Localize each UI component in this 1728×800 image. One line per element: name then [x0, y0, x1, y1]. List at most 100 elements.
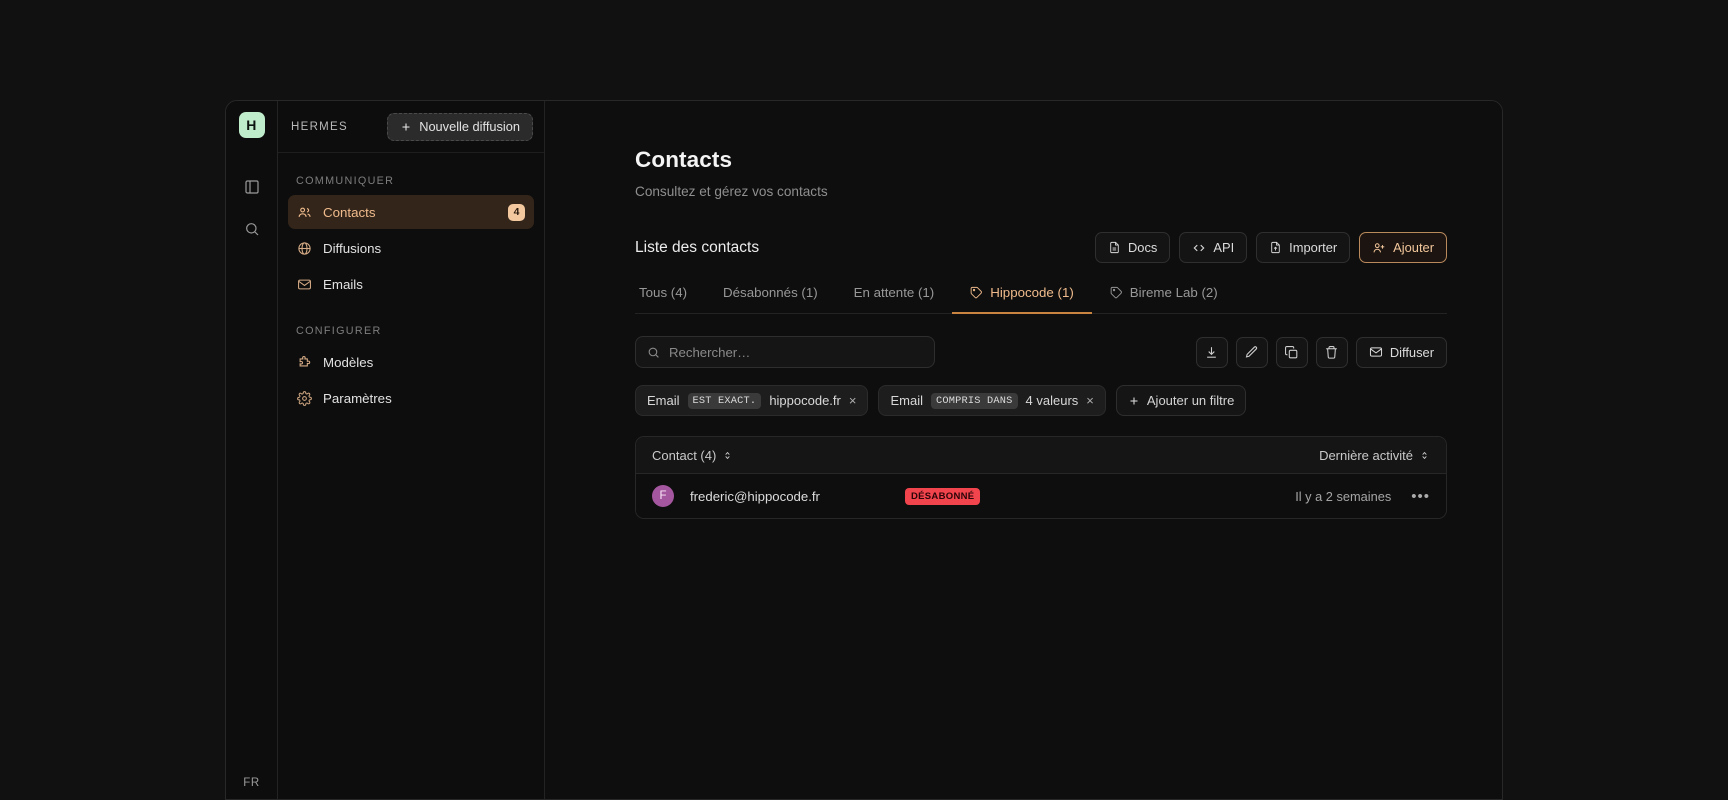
page-subtitle: Consultez et gérez vos contacts — [635, 184, 828, 199]
filter-value: 4 valeurs — [1025, 393, 1079, 408]
table-row[interactable]: F frederic@hippocode.fr DÉSABONNÉ Il y a… — [636, 474, 1446, 518]
last-activity: Il y a 2 semaines — [1295, 488, 1392, 504]
status-badge: DÉSABONNÉ — [905, 487, 981, 505]
sort-icon — [722, 450, 733, 461]
tag-icon — [1110, 286, 1123, 299]
edit-button[interactable] — [1235, 336, 1268, 368]
tab-label: En attente (1) — [853, 285, 935, 300]
tag-icon — [970, 286, 983, 299]
new-broadcast-label: Nouvelle diffusion — [419, 119, 520, 134]
main-content: Contacts Consultez et gérez vos contacts… — [545, 101, 1502, 799]
mail-icon — [297, 277, 312, 292]
new-broadcast-button[interactable]: Nouvelle diffusion — [387, 112, 533, 141]
sidebar-header: HERMES Nouvelle diffusion — [278, 101, 544, 153]
section-header: Liste des contacts Docs API Importer Ajo… — [635, 232, 1447, 263]
tab-en-attente[interactable]: En attente (1) — [836, 285, 953, 313]
contact-email: frederic@hippocode.fr — [690, 488, 820, 504]
filter-operator: EST EXACT. — [687, 392, 762, 409]
sidebar-item-modeles[interactable]: Modèles — [288, 345, 534, 379]
sidebar-nav: COMMUNIQUER Contacts 4 Diffusions Emails… — [278, 153, 544, 417]
ajouter-label: Ajouter — [1393, 240, 1434, 255]
mail-icon — [1369, 345, 1383, 359]
search-input[interactable] — [669, 344, 923, 360]
page-title: Contacts — [635, 147, 733, 172]
docs-label: Docs — [1128, 240, 1158, 255]
list-actions: Diffuser — [1195, 336, 1447, 368]
contact-tabs: Tous (4) Désabonnés (1) En attente (1) H… — [635, 285, 1447, 314]
app-window: H FR HERMES Nouvelle diffusion COMMUNIQU… — [225, 100, 1503, 800]
users-icon — [297, 205, 312, 220]
tab-hippocode[interactable]: Hippocode (1) — [952, 285, 1092, 314]
column-header-contact[interactable]: Contact (4) — [652, 448, 733, 463]
sidebar-item-contacts[interactable]: Contacts 4 — [288, 195, 534, 229]
download-button[interactable] — [1195, 336, 1228, 368]
language-switcher[interactable]: FR — [243, 777, 260, 789]
column-label: Contact (4) — [652, 447, 717, 463]
sidebar-item-label: Emails — [323, 276, 363, 292]
column-label: Dernière activité — [1319, 447, 1413, 463]
tab-tous[interactable]: Tous (4) — [635, 285, 705, 313]
search-icon[interactable] — [237, 214, 267, 244]
app-logo[interactable]: H — [238, 112, 265, 138]
diffuser-button[interactable]: Diffuser — [1355, 336, 1447, 368]
ajouter-button[interactable]: Ajouter — [1359, 232, 1447, 263]
globe-icon — [297, 241, 312, 256]
table-header-row: Contact (4) Dernière activité — [636, 437, 1446, 474]
sidebar-item-emails[interactable]: Emails — [288, 267, 534, 301]
sidebar-item-label: Modèles — [323, 354, 374, 370]
user-plus-icon — [1372, 241, 1386, 255]
docs-button[interactable]: Docs — [1095, 232, 1171, 263]
filter-value: hippocode.fr — [769, 393, 841, 408]
header-button-group: Docs API Importer Ajouter — [1095, 232, 1447, 263]
plus-icon — [400, 121, 412, 133]
contacts-table: Contact (4) Dernière activité F frederic… — [635, 436, 1447, 519]
gear-icon — [297, 390, 312, 406]
nav-heading-configurer: CONFIGURER — [296, 325, 382, 337]
sidebar-item-label: Contacts — [323, 204, 376, 220]
sidebar-item-label: Paramètres — [323, 390, 392, 406]
sidebar-item-label: Diffusions — [323, 240, 382, 256]
sidebar-item-parametres[interactable]: Paramètres — [288, 381, 534, 415]
section-title: Liste des contacts — [635, 238, 760, 256]
search-icon — [647, 346, 660, 359]
sidebar-item-diffusions[interactable]: Diffusions — [288, 231, 534, 265]
nav-heading-communiquer: COMMUNIQUER — [296, 175, 395, 187]
tab-label: Désabonnés (1) — [723, 285, 818, 300]
remove-filter-icon[interactable]: × — [849, 394, 857, 407]
filter-chip-email-exact[interactable]: Email EST EXACT. hippocode.fr × — [635, 385, 869, 416]
nav-sidebar: HERMES Nouvelle diffusion COMMUNIQUER Co… — [278, 101, 545, 799]
add-filter-button[interactable]: Ajouter un filtre — [1115, 385, 1247, 416]
puzzle-icon — [297, 355, 312, 370]
tab-label: Bireme Lab (2) — [1129, 285, 1218, 300]
importer-button[interactable]: Importer — [1256, 232, 1351, 263]
tab-desabonnes[interactable]: Désabonnés (1) — [705, 285, 836, 313]
brand-name: HERMES — [291, 120, 349, 133]
filter-field: Email — [890, 393, 923, 408]
duplicate-button[interactable] — [1275, 336, 1308, 368]
tab-label: Tous (4) — [639, 285, 688, 300]
filter-field: Email — [647, 393, 680, 408]
tab-label: Hippocode (1) — [990, 285, 1074, 300]
delete-button[interactable] — [1315, 336, 1348, 368]
file-import-icon — [1269, 241, 1282, 254]
row-menu-button[interactable]: ••• — [1411, 489, 1430, 504]
icon-rail: H FR — [226, 101, 278, 799]
file-text-icon — [1108, 241, 1121, 254]
column-header-last-activity[interactable]: Dernière activité — [1319, 448, 1430, 463]
list-toolbar: Diffuser — [635, 336, 1447, 368]
api-button[interactable]: API — [1179, 232, 1248, 263]
api-label: API — [1213, 240, 1235, 255]
panel-left-icon[interactable] — [237, 172, 267, 202]
tab-bireme-lab[interactable]: Bireme Lab (2) — [1092, 285, 1236, 313]
sort-icon — [1419, 450, 1430, 461]
filter-chip-email-in[interactable]: Email COMPRIS DANS 4 valeurs × — [878, 385, 1106, 416]
avatar: F — [652, 485, 674, 507]
search-box[interactable] — [635, 336, 935, 368]
plus-icon — [1128, 395, 1140, 407]
filter-operator: COMPRIS DANS — [930, 392, 1018, 409]
add-filter-label: Ajouter un filtre — [1146, 393, 1235, 408]
code-icon — [1192, 241, 1206, 255]
remove-filter-icon[interactable]: × — [1086, 394, 1094, 407]
diffuser-label: Diffuser — [1389, 344, 1434, 360]
